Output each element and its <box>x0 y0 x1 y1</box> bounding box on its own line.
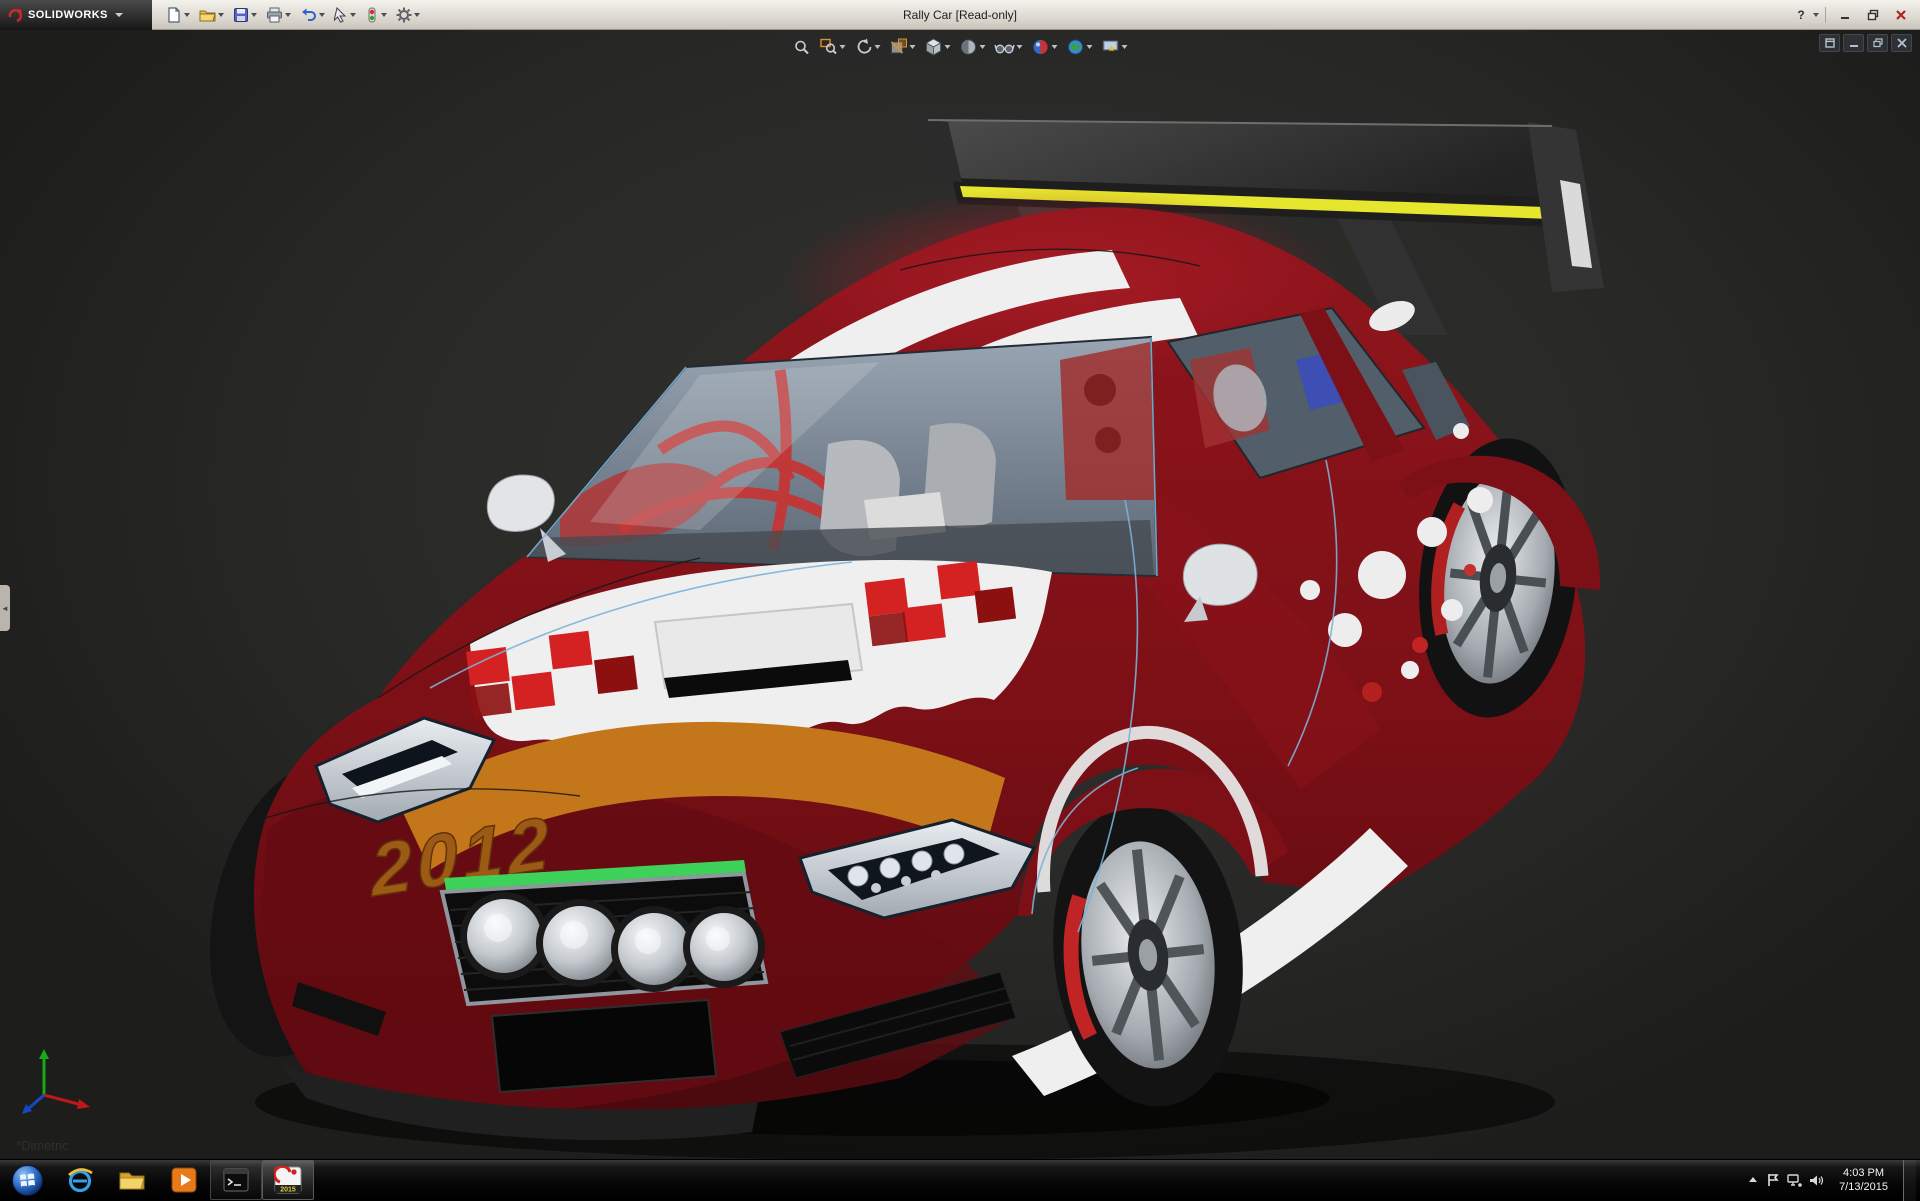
restore-icon <box>1867 9 1879 21</box>
minimize-button[interactable] <box>1832 4 1858 26</box>
clock-date: 7/13/2015 <box>1839 1180 1888 1194</box>
view-settings-button[interactable] <box>1099 35 1131 59</box>
help-caret-icon[interactable] <box>1813 13 1819 17</box>
taskbar-item-media-player[interactable] <box>158 1160 210 1200</box>
windshield <box>527 337 1157 576</box>
start-button[interactable] <box>0 1160 54 1201</box>
solidworks-logo-text: SOLIDWORKS <box>28 9 108 21</box>
command-prompt-icon <box>223 1168 249 1192</box>
display-style-icon <box>960 38 978 56</box>
apply-scene-globe-icon <box>1067 38 1085 56</box>
select-cursor-icon <box>334 7 348 23</box>
zoom-area-button[interactable] <box>817 35 849 59</box>
close-document-button[interactable] <box>1891 34 1912 52</box>
view-orientation-cube-icon <box>925 38 943 56</box>
close-document-icon <box>1897 38 1907 48</box>
print-button[interactable] <box>262 3 295 27</box>
taskbar-item-solidworks[interactable]: 2015 <box>262 1160 314 1200</box>
rebuild-button[interactable] <box>361 3 391 27</box>
windows-flag-icon <box>19 1172 36 1189</box>
menu-expand-caret-icon[interactable] <box>115 13 123 17</box>
license-plate <box>492 1000 716 1092</box>
select-button[interactable] <box>330 3 360 27</box>
titlebar: SOLIDWORKS <box>0 0 1920 30</box>
document-title: Rally Car [Read-only] <box>903 8 1017 22</box>
rally-car-model[interactable]: 2012 <box>0 30 1920 1159</box>
show-hidden-icons-button[interactable] <box>1747 1175 1759 1185</box>
taskbar-clock[interactable]: 4:03 PM 7/13/2015 <box>1833 1166 1894 1195</box>
window-controls: ? <box>1791 4 1920 26</box>
hide-show-items-button[interactable] <box>992 35 1026 59</box>
tray-icons <box>1747 1173 1824 1187</box>
zoom-to-fit-button[interactable] <box>790 35 814 59</box>
edit-appearance-button[interactable] <box>1029 35 1061 59</box>
save-button[interactable] <box>229 3 261 27</box>
internet-explorer-icon <box>66 1166 94 1194</box>
open-button[interactable] <box>195 3 228 27</box>
restore-button[interactable] <box>1860 4 1886 26</box>
system-tray: 4:03 PM 7/13/2015 <box>1747 1160 1920 1201</box>
rebuild-icon <box>365 7 379 23</box>
solidworks-app-icon: 2015 <box>274 1166 302 1194</box>
close-icon <box>1895 9 1907 21</box>
view-settings-icon <box>1102 38 1120 56</box>
hide-show-glasses-icon <box>995 38 1015 56</box>
dock-window-button[interactable] <box>1819 34 1840 52</box>
network-icon[interactable] <box>1787 1174 1802 1187</box>
show-desktop-button[interactable] <box>1903 1160 1916 1201</box>
orientation-triad-icon <box>20 1043 100 1119</box>
undo-arrow-icon <box>300 7 317 23</box>
action-center-flag-icon[interactable] <box>1766 1173 1780 1187</box>
media-player-icon <box>171 1167 197 1193</box>
taskbar-item-internet-explorer[interactable] <box>54 1160 106 1200</box>
dock-window-icon <box>1825 38 1835 48</box>
view-orientation-button[interactable] <box>922 35 954 59</box>
document-window-controls <box>1819 34 1912 52</box>
zoom-area-icon <box>820 38 838 56</box>
options-button[interactable] <box>392 3 424 27</box>
restore-document-icon <box>1873 38 1883 48</box>
new-document-icon <box>166 7 182 23</box>
minimize-document-icon <box>1849 38 1859 48</box>
section-view-button[interactable] <box>887 35 919 59</box>
volume-icon[interactable] <box>1809 1174 1824 1187</box>
taskbar: 2015 4:03 PM 7/13/2015 <box>0 1159 1920 1200</box>
apply-scene-button[interactable] <box>1064 35 1096 59</box>
save-disk-icon <box>233 7 249 23</box>
new-button[interactable] <box>162 3 194 27</box>
printer-icon <box>266 7 283 23</box>
front-grille <box>442 860 766 1004</box>
solidworks-version-badge: 2015 <box>280 1187 296 1194</box>
minimize-document-button[interactable] <box>1843 34 1864 52</box>
section-view-icon <box>890 38 908 56</box>
help-button[interactable]: ? <box>1791 4 1811 26</box>
edit-appearance-sphere-icon <box>1032 38 1050 56</box>
open-folder-icon <box>199 7 216 23</box>
feature-manager-collapse-tab[interactable]: ◄ <box>0 585 10 631</box>
divider <box>1825 7 1826 23</box>
close-button[interactable] <box>1888 4 1914 26</box>
restore-document-button[interactable] <box>1867 34 1888 52</box>
clock-time: 4:03 PM <box>1839 1166 1888 1180</box>
solidworks-logo-icon <box>7 7 23 23</box>
display-style-button[interactable] <box>957 35 989 59</box>
heads-up-view-toolbar <box>790 35 1131 59</box>
taskbar-item-file-explorer[interactable] <box>106 1160 158 1200</box>
solidworks-menu-logo[interactable]: SOLIDWORKS <box>0 0 152 30</box>
previous-view-button[interactable] <box>852 35 884 59</box>
graphics-area[interactable]: ◄ <box>0 30 1920 1159</box>
minimize-icon <box>1839 9 1851 21</box>
view-orientation-label: *Dimetric <box>16 1138 69 1153</box>
options-gear-icon <box>396 7 412 23</box>
taskbar-item-command-prompt[interactable] <box>210 1160 262 1200</box>
folder-icon <box>118 1168 146 1192</box>
zoom-to-fit-icon <box>793 38 811 56</box>
quick-access-toolbar <box>162 3 424 27</box>
undo-button[interactable] <box>296 3 329 27</box>
previous-view-icon <box>855 38 873 56</box>
